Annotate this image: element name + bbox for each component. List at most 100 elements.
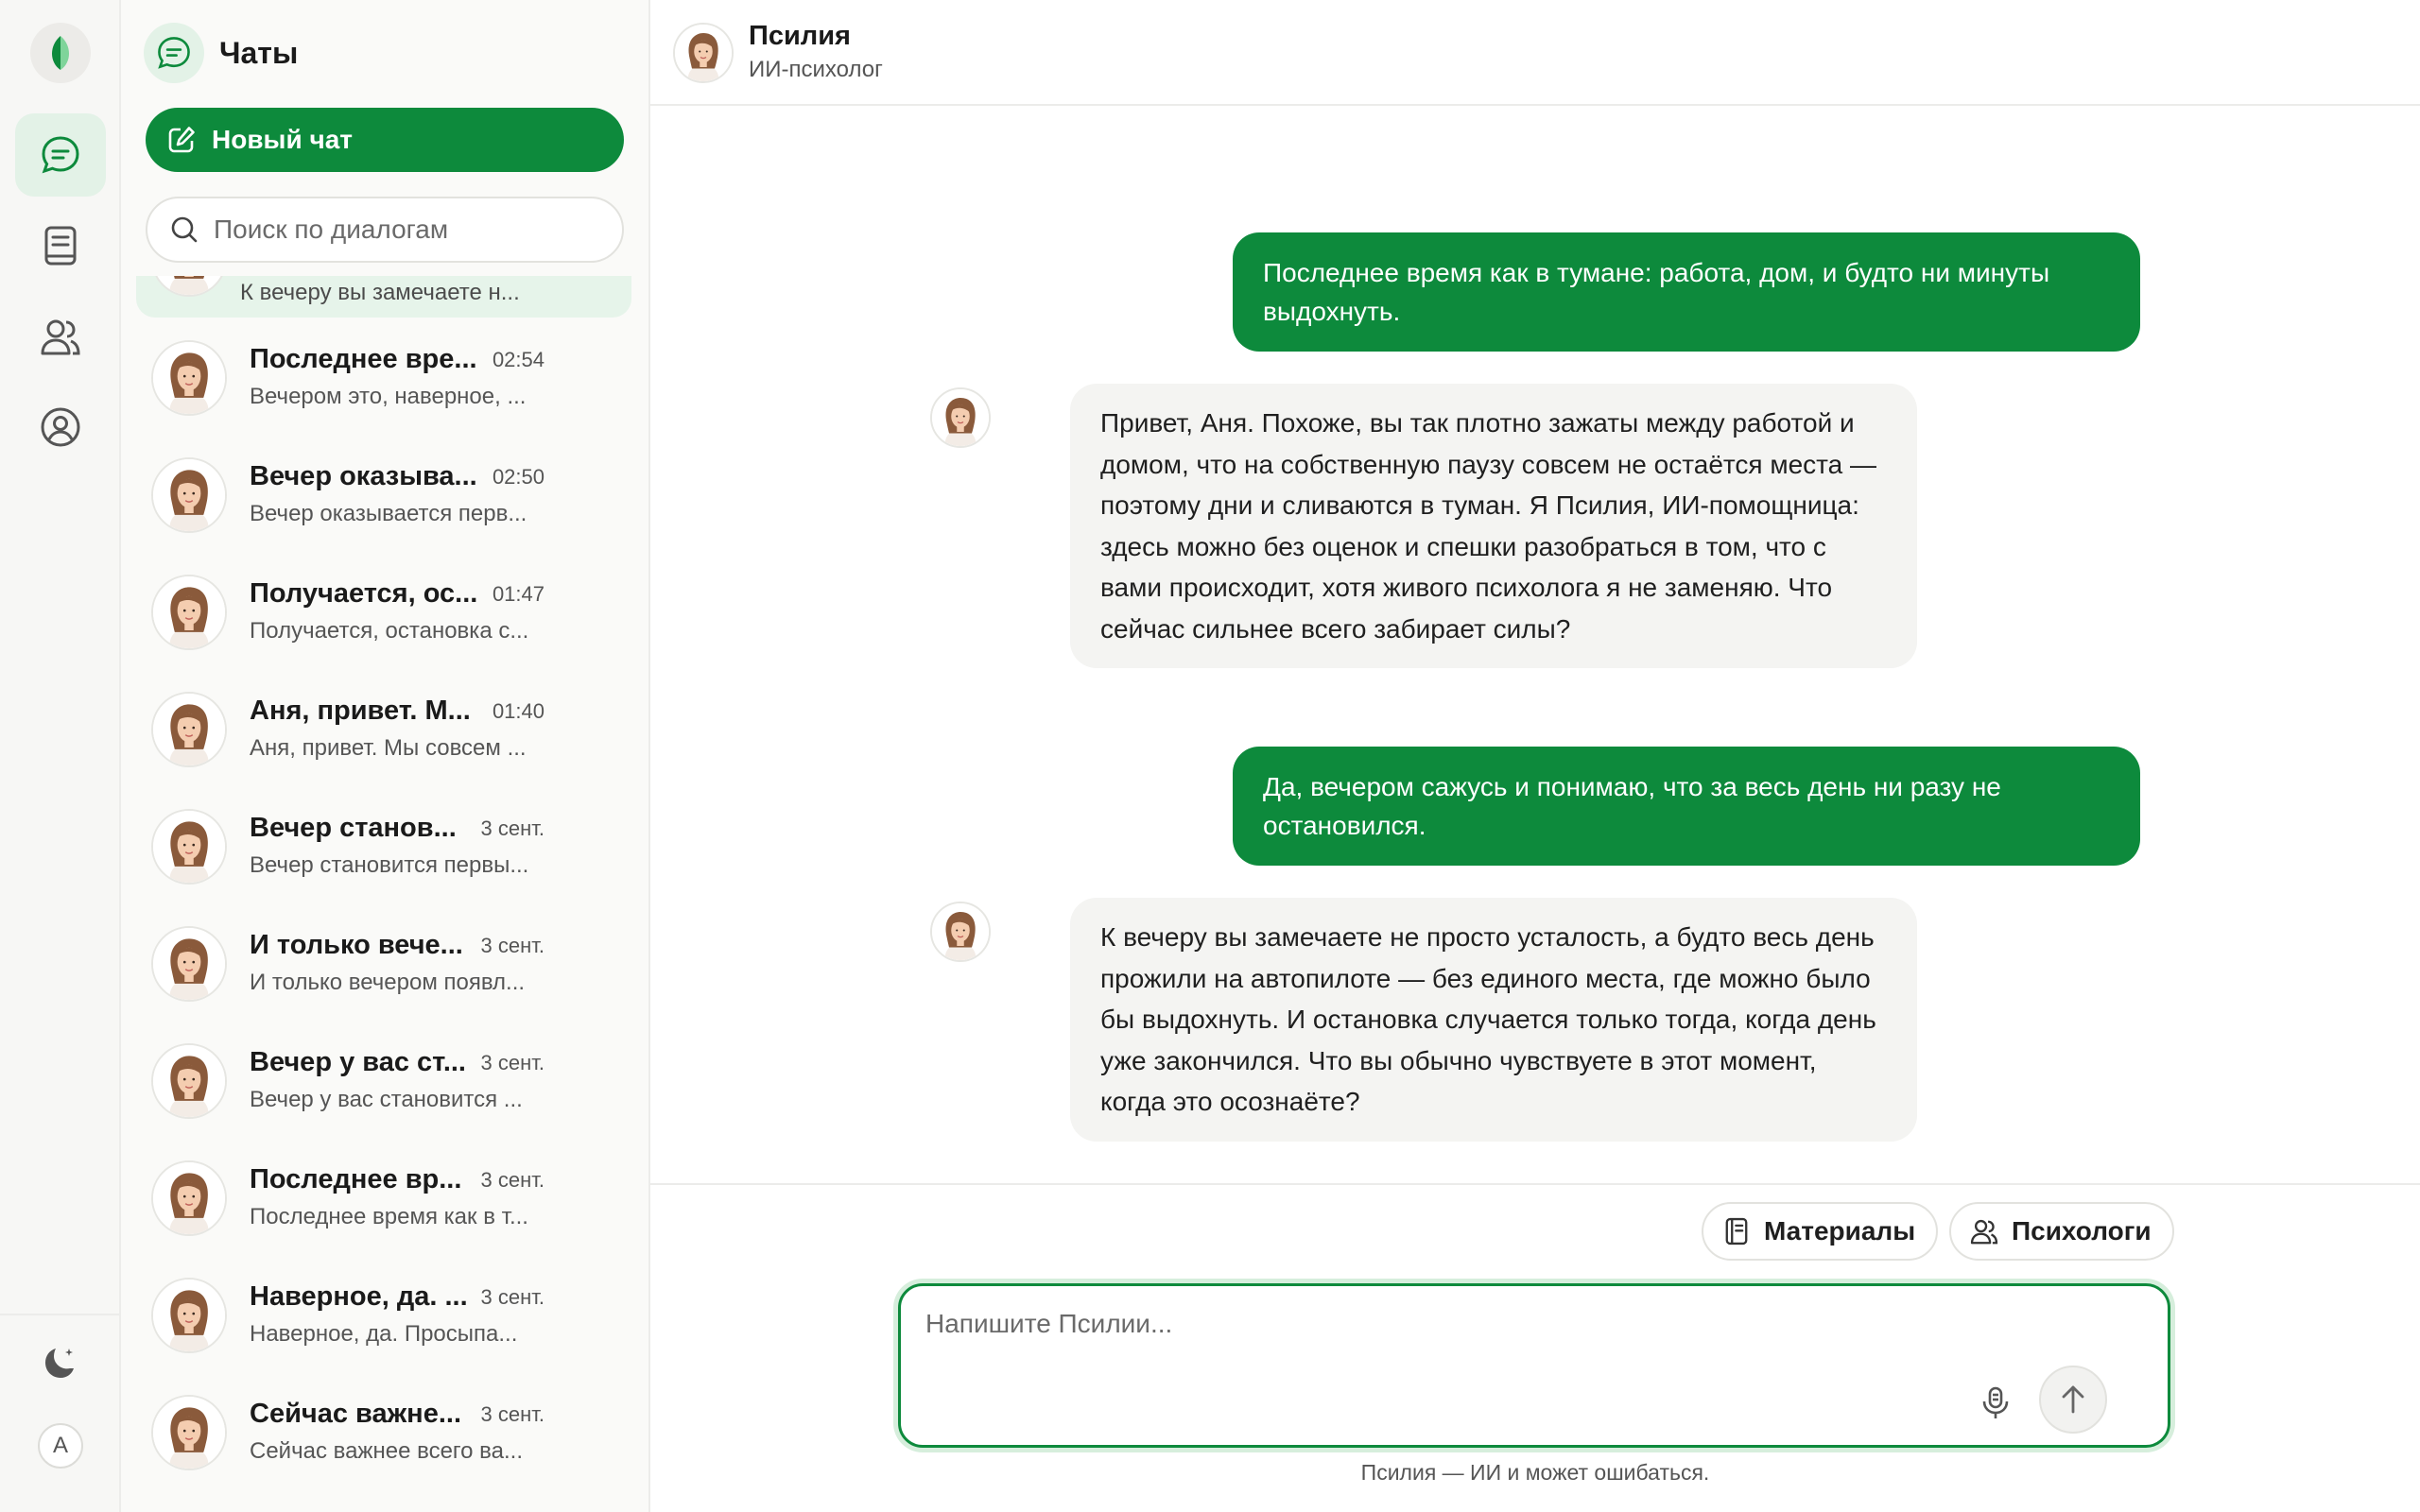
- chat-list-header: Чаты: [144, 23, 298, 83]
- chat-title: Последнее вре...: [250, 344, 477, 374]
- list-item[interactable]: Наверное, да. ... 3 сент. Наверное, да. …: [136, 1257, 631, 1374]
- language-button[interactable]: A: [38, 1423, 83, 1469]
- user-message: Да, вечером сажусь и понимаю, что за вес…: [1233, 747, 2140, 866]
- user-circle-icon: [41, 407, 80, 447]
- arrow-up-icon: [2062, 1385, 2084, 1414]
- chat-time: 3 сент.: [480, 934, 544, 957]
- search-input[interactable]: [214, 215, 611, 245]
- chat-time: 3 сент.: [480, 816, 544, 840]
- list-item[interactable]: Вечер у вас ст... 3 сент. Вечер у вас ст…: [136, 1022, 631, 1140]
- chat-title: Наверное, да. ...: [250, 1281, 468, 1312]
- chat-preview: Вечер у вас становится ...: [250, 1087, 523, 1112]
- chat-preview: Наверное, да. Просыпа...: [250, 1321, 518, 1347]
- icon-rail: A: [0, 0, 121, 1512]
- materials-button[interactable]: Материалы: [1702, 1202, 1939, 1261]
- list-item[interactable]: Вечер станов... 3 сент. Вечер становится…: [136, 788, 631, 905]
- chat-time: 02:50: [492, 465, 544, 489]
- chat-list-title: Чаты: [219, 35, 299, 70]
- ai-disclaimer: Псилия — ИИ и может ошибаться.: [1360, 1460, 1710, 1485]
- chat-header: Псилия ИИ-психолог: [650, 0, 2420, 106]
- chat-search: [146, 197, 624, 263]
- book-icon: [44, 226, 77, 266]
- leaf-logo-icon: [52, 36, 69, 70]
- chat-title: Последнее вр...: [250, 1164, 462, 1194]
- assistant-name: Псилия: [749, 21, 851, 51]
- assistant-avatar: [930, 387, 991, 448]
- nav-profile-button[interactable]: [15, 386, 106, 469]
- chat-preview: Сейчас важнее всего ва...: [250, 1438, 524, 1464]
- chat-bubble-icon: [42, 136, 79, 174]
- avatar: [151, 1278, 227, 1353]
- chat-title: Аня, привет. М...: [250, 696, 471, 726]
- users-icon: [41, 319, 80, 355]
- voice-input-button[interactable]: [1969, 1377, 2022, 1430]
- chat-time: 01:47: [492, 582, 544, 606]
- message-input[interactable]: [925, 1309, 1965, 1366]
- avatar: [151, 1043, 227, 1119]
- nav-psychologists-button[interactable]: [15, 295, 106, 378]
- chat-main: Псилия ИИ-психолог Последнее время как в…: [650, 0, 2420, 1512]
- app-logo[interactable]: [30, 23, 91, 83]
- chat-preview: Последнее время как в т...: [250, 1204, 528, 1229]
- chat-preview: Вечером это, наверное, ...: [250, 384, 527, 409]
- assistant-role: ИИ-психолог: [749, 57, 883, 82]
- avatar: [151, 457, 227, 533]
- new-chat-label: Новый чат: [212, 125, 353, 154]
- message-composer: [898, 1283, 2170, 1448]
- list-item[interactable]: Последнее вре... 02:54 Вечером это, наве…: [136, 319, 631, 437]
- nav-chats-button[interactable]: [15, 113, 106, 197]
- chat-time: 3 сент.: [480, 1285, 544, 1309]
- chat-preview: Вечер становится первы...: [250, 852, 529, 878]
- chat-title: И только вече...: [250, 930, 463, 960]
- materials-label: Материалы: [1764, 1216, 1916, 1246]
- avatar: [151, 1395, 227, 1470]
- chat-time: 01:40: [492, 699, 544, 723]
- list-item[interactable]: Получается, ос... 01:47 Получается, оста…: [136, 554, 631, 671]
- assistant-message: К вечеру вы замечаете не просто усталост…: [1070, 898, 1917, 1142]
- book-icon: [1725, 1217, 1748, 1246]
- chat-title: Вечер станов...: [250, 813, 457, 843]
- list-item[interactable]: Сейчас важне... 3 сент. Сейчас важнее вс…: [136, 1374, 631, 1491]
- avatar: [151, 692, 227, 767]
- users-icon: [1970, 1219, 1998, 1245]
- avatar: [151, 1160, 227, 1236]
- psychologists-button[interactable]: Психологи: [1949, 1202, 2174, 1261]
- chat-title: Вечер у вас ст...: [250, 1047, 466, 1077]
- composer-divider: [650, 1183, 2420, 1185]
- assistant-avatar: [930, 902, 991, 962]
- nav-materials-button[interactable]: [15, 204, 106, 287]
- chat-time: 02:54: [492, 348, 544, 371]
- list-item[interactable]: Последнее вр... 3 сент. Последнее время …: [136, 1140, 631, 1257]
- chat-time: 3 сент.: [480, 1402, 544, 1426]
- list-item[interactable]: Аня, привет. М... 01:40 Аня, привет. Мы …: [136, 671, 631, 788]
- list-item[interactable]: Вечер оказыва... 02:50 Вечер оказывается…: [136, 437, 631, 554]
- avatar: [151, 926, 227, 1002]
- rail-divider: [0, 1314, 121, 1315]
- avatar: [151, 276, 227, 297]
- chat-preview: Аня, привет. Мы совсем ...: [250, 735, 527, 761]
- psychologists-label: Психологи: [2012, 1216, 2152, 1246]
- avatar: [151, 340, 227, 416]
- chat-preview: И только вечером появл...: [250, 970, 526, 995]
- chats-header-icon-wrap: [144, 23, 204, 83]
- edit-square-icon: [168, 127, 195, 153]
- send-button[interactable]: [2039, 1366, 2107, 1434]
- avatar: [151, 575, 227, 650]
- new-chat-button[interactable]: Новый чат: [146, 108, 624, 172]
- avatar: [151, 809, 227, 885]
- theme-toggle-button[interactable]: [15, 1321, 106, 1404]
- search-icon: [171, 216, 198, 243]
- chat-list: К вечеру вы замечаете н... Последнее вре…: [136, 276, 635, 1512]
- user-message: Последнее время как в тумане: работа, до…: [1233, 232, 2140, 352]
- assistant-message: Привет, Аня. Похоже, вы так плотно зажат…: [1070, 384, 1917, 668]
- chat-bubble-icon: [158, 37, 190, 69]
- chat-time: 3 сент.: [480, 1051, 544, 1074]
- microphone-icon: [1982, 1386, 2009, 1418]
- moon-stars-icon: [45, 1349, 74, 1378]
- active-chat-item[interactable]: К вечеру вы замечаете н...: [136, 276, 631, 318]
- chat-title: Вечер оказыва...: [250, 461, 477, 491]
- chat-preview: К вечеру вы замечаете н...: [240, 280, 520, 305]
- list-item[interactable]: И только вече... 3 сент. И только вечеро…: [136, 905, 631, 1022]
- chat-title: Сейчас важне...: [250, 1399, 461, 1429]
- assistant-avatar: [673, 23, 734, 83]
